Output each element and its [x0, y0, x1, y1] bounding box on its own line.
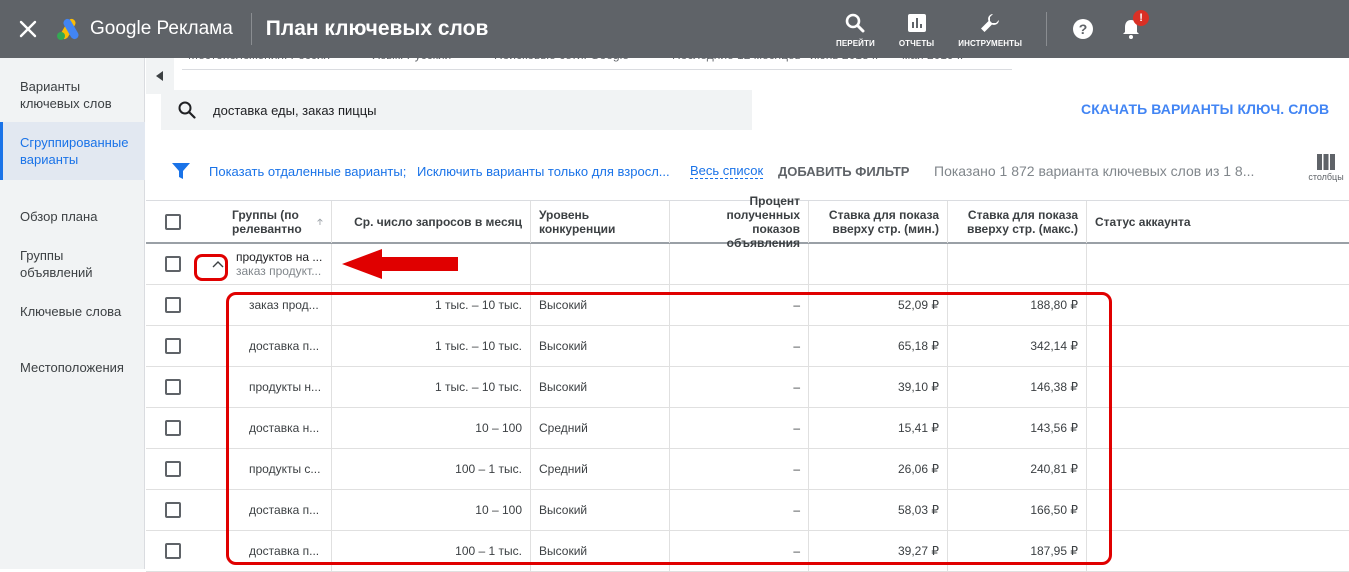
help-icon: ?: [1073, 19, 1094, 39]
location-filter[interactable]: Местоположения: Россия: [188, 48, 330, 62]
filter-icon[interactable]: [172, 162, 190, 180]
columns-label: столбцы: [1308, 172, 1344, 182]
sort-arrow-icon: [317, 218, 323, 225]
sidebar-item-keywords[interactable]: Ключевые слова: [0, 303, 145, 320]
targeting-strip: Местоположения: Россия Язык: Русский Пои…: [182, 44, 1012, 70]
search-input[interactable]: [213, 102, 713, 118]
sidebar-item-label: Сгруппированные варианты: [20, 135, 129, 167]
group-name: продуктов на ...: [236, 250, 323, 264]
column-header-bid-low[interactable]: Ставка для показа вверху стр. (мин.): [809, 201, 948, 243]
sidebar-item-locations[interactable]: Местоположения: [0, 359, 145, 376]
sidebar-item-label: Местоположения: [20, 360, 124, 375]
exclude-adult-ideas-filter[interactable]: Исключить варианты только для взросл...: [417, 164, 670, 179]
header-label: Статус аккаунта: [1095, 215, 1191, 229]
page-title: План ключевых слов: [265, 17, 489, 40]
sidebar: Варианты ключевых слов Сгруппированные в…: [0, 58, 145, 569]
table-cell: [531, 244, 670, 284]
sidebar-item-grouped-ideas[interactable]: Сгруппированные варианты: [0, 122, 145, 180]
collapse-sidebar-button[interactable]: [146, 58, 174, 94]
column-header-group[interactable]: Группы (по релевантно: [224, 201, 332, 243]
annotation-circle: [194, 254, 228, 281]
header-label: Группы (по релевантно: [232, 208, 302, 236]
svg-text:?: ?: [1079, 21, 1088, 37]
sidebar-item-plan-overview[interactable]: Обзор плана: [0, 208, 145, 225]
range-from[interactable]: июнь 2018 г.: [810, 48, 878, 62]
help-button[interactable]: ?: [1063, 0, 1103, 58]
header-label: Процент полученных показов объявления: [726, 194, 800, 250]
sidebar-item-label: Обзор плана: [20, 209, 98, 224]
brand-name: Google Реклама: [90, 18, 233, 39]
download-keyword-ideas-button[interactable]: СКАЧАТЬ ВАРИАНТЫ КЛЮЧ. СЛОВ: [1081, 101, 1329, 117]
notification-badge: !: [1133, 10, 1150, 26]
close-button[interactable]: [0, 0, 56, 58]
show-broad-ideas-filter[interactable]: Показать отдаленные варианты;: [209, 164, 406, 179]
columns-button[interactable]: столбцы: [1304, 154, 1348, 182]
row-checkbox[interactable]: [165, 379, 181, 395]
row-checkbox[interactable]: [165, 338, 181, 354]
table-cell: [670, 244, 809, 284]
header-label: Ставка для показа вверху стр. (мин.): [828, 208, 939, 236]
columns-icon: [1317, 154, 1335, 170]
sidebar-item-label: Варианты ключевых слов: [20, 79, 112, 111]
sidebar-item-ad-groups[interactable]: Группы объявлений: [0, 247, 145, 281]
keyword-search-box[interactable]: [161, 90, 752, 130]
row-checkbox[interactable]: [165, 256, 181, 272]
google-ads-logo-icon: [56, 18, 82, 40]
column-header-searches[interactable]: Ср. число запросов в месяц: [332, 201, 531, 243]
group-subtitle: заказ продукт...: [236, 264, 322, 278]
select-all-checkbox[interactable]: [165, 214, 181, 230]
column-header-competition[interactable]: Уровень конкуренции: [531, 201, 670, 243]
close-icon: [19, 20, 37, 38]
row-checkbox[interactable]: [165, 461, 181, 477]
row-checkbox[interactable]: [165, 297, 181, 313]
annotation-box: [226, 292, 1112, 565]
reports-icon: [907, 13, 926, 32]
header-label: Ср. число запросов в месяц: [354, 215, 522, 229]
annotation-arrow-icon: [342, 249, 458, 279]
chevron-left-icon: [156, 71, 163, 81]
row-checkbox[interactable]: [165, 543, 181, 559]
results-count: Показано 1 872 варианта ключевых слов из…: [934, 163, 1255, 179]
filter-bar: Показать отдаленные варианты; Исключить …: [146, 150, 1349, 192]
header-divider: [250, 13, 252, 45]
wrench-icon: [981, 13, 1000, 32]
column-header-bid-high[interactable]: Ставка для показа вверху стр. (макс.): [948, 201, 1087, 243]
period-filter[interactable]: Последние 12 месяцев: [672, 48, 801, 62]
group-row[interactable]: продуктов на ... заказ продукт...: [146, 244, 1349, 285]
table-cell: [809, 244, 948, 284]
network-filter[interactable]: Поисковые сети: Google: [494, 48, 629, 62]
sidebar-item-label: Группы объявлений: [20, 248, 93, 280]
column-header-impression-share[interactable]: Процент полученных показов объявления: [670, 194, 809, 250]
sidebar-item-keyword-ideas[interactable]: Варианты ключевых слов: [0, 78, 145, 112]
column-header-account-status[interactable]: Статус аккаунта: [1087, 201, 1349, 243]
add-filter-button[interactable]: ДОБАВИТЬ ФИЛЬТР: [778, 164, 909, 179]
language-filter[interactable]: Язык: Русский: [372, 48, 451, 62]
row-checkbox[interactable]: [165, 502, 181, 518]
table-cell: [948, 244, 1087, 284]
header-label: Уровень конкуренции: [539, 208, 616, 236]
all-list-link[interactable]: Весь список: [690, 164, 764, 179]
search-icon: [178, 101, 196, 119]
search-icon: [846, 13, 865, 32]
header-divider: [1046, 12, 1048, 46]
range-to[interactable]: май 2019 г.: [902, 48, 963, 62]
sidebar-item-label: Ключевые слова: [20, 304, 122, 319]
table-header: Группы (по релевантно Ср. число запросов…: [146, 194, 1349, 250]
notifications-button[interactable]: !: [1111, 0, 1151, 58]
header-label: Ставка для показа вверху стр. (макс.): [966, 208, 1078, 236]
row-checkbox[interactable]: [165, 420, 181, 436]
